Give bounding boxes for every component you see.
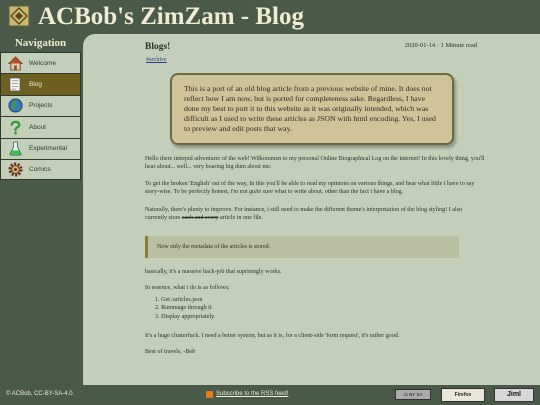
gear-icon xyxy=(7,162,23,178)
footer: © ACBob, CC-BY-SA-4.0. Subscribe to the … xyxy=(0,385,540,405)
steps-list: 1. Get /articles.json 2. Rummage through… xyxy=(155,296,215,321)
nav-item-experimental[interactable]: Experimental xyxy=(0,137,81,159)
question-icon xyxy=(7,119,23,135)
nav-heading: Navigation xyxy=(14,37,67,49)
paragraph-improve: Naturally, there's plenty to improve. Fo… xyxy=(145,206,485,223)
paragraph-essence: In essence, what i do is as follows; xyxy=(145,285,230,291)
list-item: 3. Display appropriately. xyxy=(155,313,216,320)
firefox-badge[interactable]: Firefox xyxy=(441,388,485,402)
globe-icon xyxy=(7,98,23,114)
jiml-badge[interactable]: Jiml xyxy=(494,388,534,402)
cc-license-badge[interactable]: cc BY SA xyxy=(395,389,431,400)
emphasis-text: quite sure xyxy=(248,189,273,196)
nav-item-about[interactable]: About xyxy=(0,116,81,138)
paragraph-purpose: To get the broken 'English' out of the w… xyxy=(145,180,485,197)
navigation: Navigation Welcome Blog Projects About E… xyxy=(0,34,81,182)
port-notice: This is a port of an old blog article fr… xyxy=(170,73,454,145)
list-item-text: Display appropriately. xyxy=(161,313,216,320)
list-item: 1. Get /articles.json xyxy=(155,297,203,303)
list-item: 2. Rummage through it xyxy=(155,305,212,312)
author-signature: -Bob xyxy=(183,349,196,355)
paragraph-hack: basically, it's a massive hack-job that … xyxy=(145,269,282,275)
nav-item-label: Blog xyxy=(29,81,43,89)
text-span: what to write about, other than the fact… xyxy=(272,189,404,196)
text-span: article in one file. xyxy=(218,215,263,222)
paragraph-clusterfuck: It's a huge clusterfuck. I need a better… xyxy=(145,333,400,339)
paragraph-intro: Hello there intrepid adventurer of the w… xyxy=(145,156,485,171)
list-item-text: Rummage through it xyxy=(161,305,212,312)
nav-item-label: About xyxy=(29,123,46,131)
nav-item-label: Projects xyxy=(29,102,53,110)
flask-icon xyxy=(7,141,23,157)
blockquote: Now only the metadata of the articles is… xyxy=(145,236,459,258)
nav-item-label: Comics xyxy=(29,166,51,174)
post-title: Blogs! xyxy=(145,42,171,52)
header: ACBob's ZimZam - Blog xyxy=(0,0,540,34)
article-panel: Blogs! 2020-01-14 · 1 Minute read #archi… xyxy=(83,34,540,385)
nav-item-label: Welcome xyxy=(29,59,56,67)
text-span: Best of travels, xyxy=(145,349,184,355)
strikethrough-text: each and every xyxy=(181,215,219,222)
nav-item-blog[interactable]: Blog xyxy=(0,73,81,95)
diamond-logo-icon[interactable] xyxy=(8,5,30,27)
rss-icon[interactable] xyxy=(206,391,213,398)
nav-item-welcome[interactable]: Welcome xyxy=(0,52,81,74)
rss-subscribe-link[interactable]: Subscribe to the RSS feed! xyxy=(216,391,288,397)
nav-item-projects[interactable]: Projects xyxy=(0,94,81,117)
nav-item-label: Experimental xyxy=(29,145,67,153)
site-title: ACBob's ZimZam - Blog xyxy=(38,3,305,30)
document-icon xyxy=(7,77,23,93)
nav-item-comics[interactable]: Comics xyxy=(0,158,81,181)
copyright-text: © ACBob, CC-BY-SA-4.0. xyxy=(6,391,75,397)
tag-link-archive[interactable]: #archive xyxy=(146,57,167,63)
signoff: Best of travels, -Bob xyxy=(145,348,485,356)
list-item-text: Get /articles.json xyxy=(161,297,203,303)
post-meta: 2020-01-14 · 1 Minute read xyxy=(404,42,477,49)
house-icon xyxy=(7,55,23,71)
